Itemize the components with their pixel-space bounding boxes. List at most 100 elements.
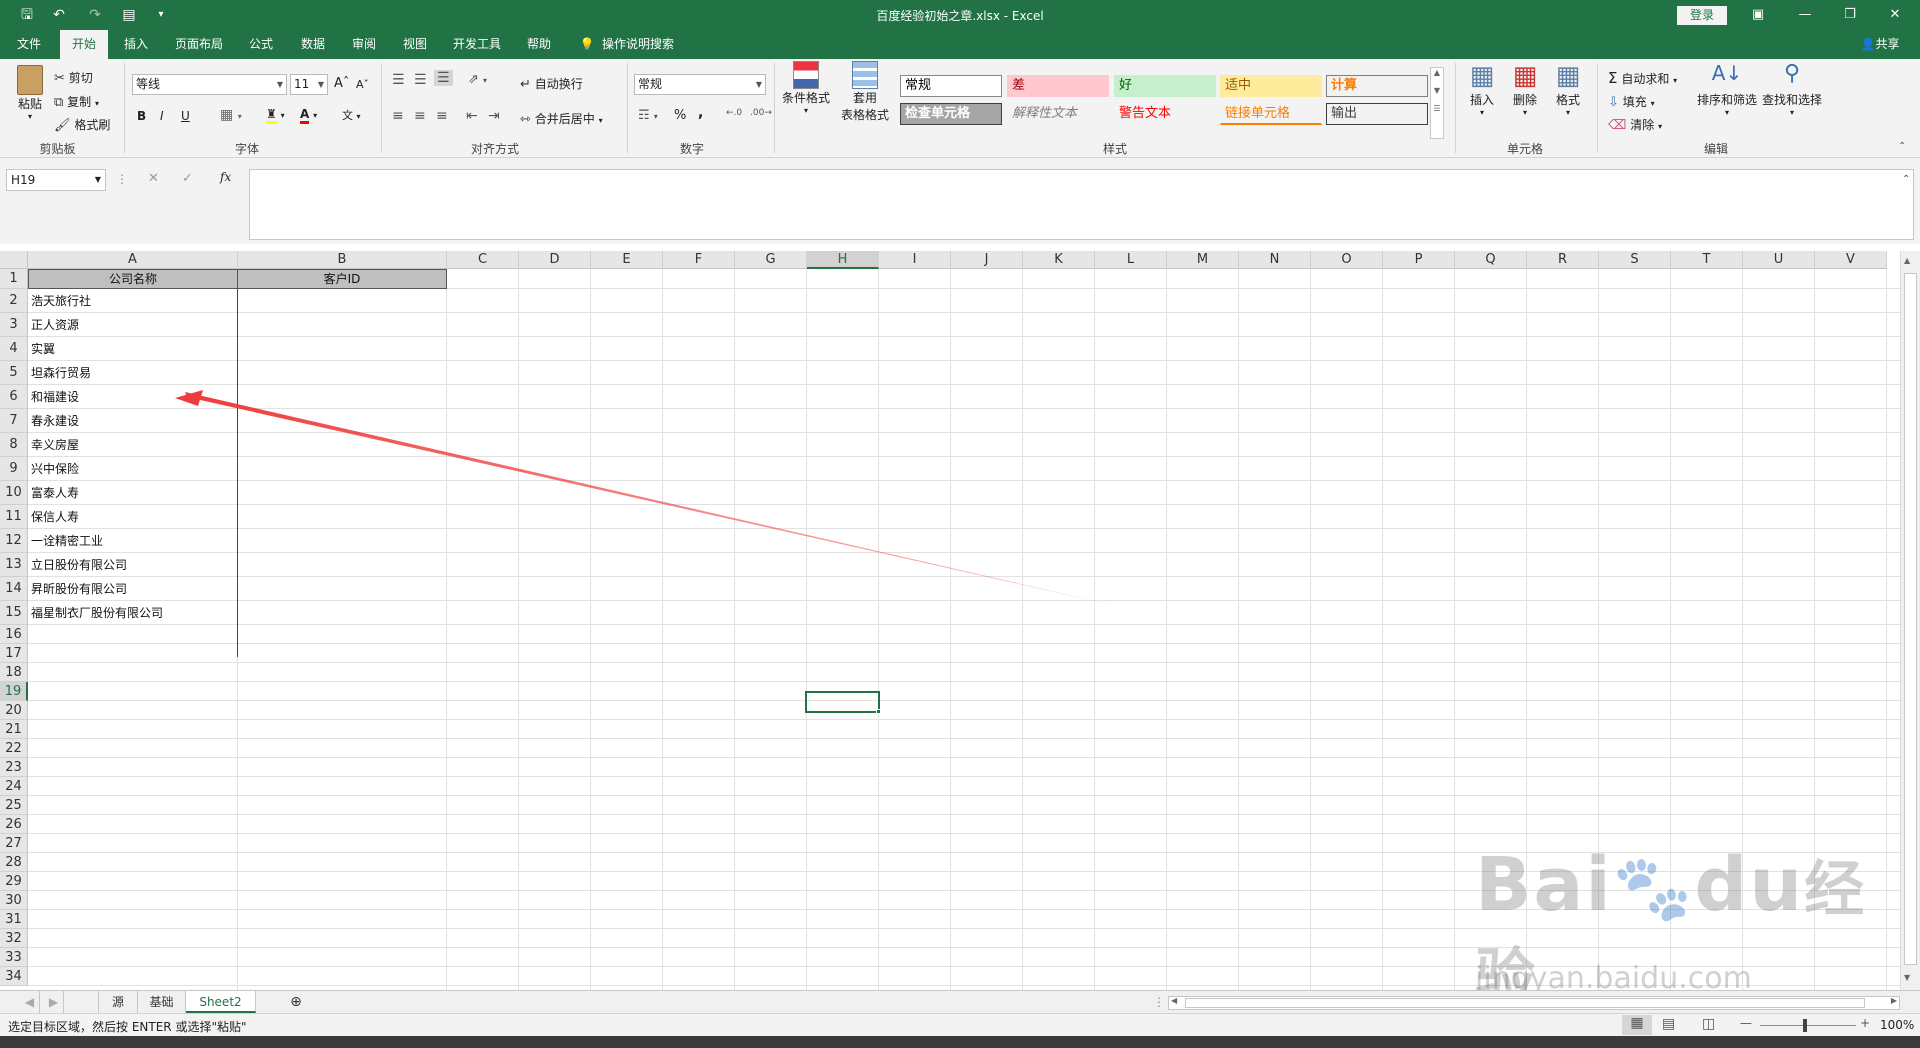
clear-button[interactable]: ⌫ 清除 ▾ xyxy=(1608,116,1662,133)
tab-page-layout[interactable]: 页面布局 xyxy=(168,30,230,59)
format-as-table-button[interactable]: 套用 表格格式 xyxy=(836,61,894,123)
cell-style-swatch[interactable]: 好 xyxy=(1114,75,1216,97)
align-top-icon[interactable]: ☰ xyxy=(392,72,405,88)
copy-button[interactable]: ⧉ 复制 ▾ xyxy=(54,93,99,110)
formula-input[interactable] xyxy=(249,169,1914,240)
cell-style-swatch[interactable]: 检查单元格 xyxy=(900,103,1002,125)
zoom-slider-track[interactable] xyxy=(1760,1025,1856,1026)
phonetic-icon[interactable]: 文 ▾ xyxy=(342,107,361,123)
find-select-button[interactable]: ⚲ 查找和选择 ▾ xyxy=(1760,61,1824,117)
fill-color-icon[interactable]: ♜ ▾ xyxy=(266,107,285,124)
increase-indent-icon[interactable]: ⇥ xyxy=(488,108,500,124)
autosum-button[interactable]: Σ 自动求和 ▾ xyxy=(1608,69,1677,87)
tab-insert[interactable]: 插入 xyxy=(115,30,157,59)
scroll-down-icon[interactable]: ▼ xyxy=(1904,973,1910,982)
vertical-scroll-thumb[interactable] xyxy=(1904,273,1917,965)
sheet-tab-sheet2[interactable]: Sheet2 xyxy=(186,991,256,1013)
name-box[interactable]: H19 ▼ xyxy=(6,169,106,191)
merge-center-button[interactable]: ⇿ 合并后居中 ▾ xyxy=(520,110,603,127)
comma-button[interactable]: , xyxy=(698,105,703,121)
zoom-out-icon[interactable]: — xyxy=(1740,1016,1752,1030)
align-right-icon[interactable]: ≡ xyxy=(436,108,448,124)
zoom-in-icon[interactable]: + xyxy=(1860,1016,1870,1030)
tab-review[interactable]: 审阅 xyxy=(343,30,385,59)
tell-me-search[interactable]: 操作说明搜索 xyxy=(602,30,692,59)
tab-file[interactable]: 文件 xyxy=(8,30,50,59)
font-size-combo[interactable]: 11 ▼ xyxy=(290,74,328,95)
font-color-icon[interactable]: A ▾ xyxy=(300,107,317,124)
horizontal-scrollbar[interactable]: ◀ ▶ xyxy=(1168,996,1900,1010)
insert-function-button[interactable]: fx xyxy=(220,170,231,184)
prev-sheet-icon[interactable]: ◀ xyxy=(20,991,40,1013)
zoom-slider-thumb[interactable] xyxy=(1803,1019,1807,1032)
tab-split-handle[interactable]: ⋮ xyxy=(1153,991,1165,1013)
italic-button[interactable]: I xyxy=(160,109,164,123)
conditional-format-button[interactable]: 条件格式 ▾ xyxy=(780,61,832,115)
paste-button[interactable]: 粘贴 ▾ xyxy=(12,65,48,121)
add-sheet-icon[interactable]: ⊕ xyxy=(285,991,307,1013)
delete-cells-button[interactable]: ▦ 删除 ▾ xyxy=(1505,61,1545,117)
scroll-up-icon[interactable]: ▲ xyxy=(1904,256,1910,265)
wrap-text-button[interactable]: ↵ 自动换行 xyxy=(520,75,583,92)
cell-style-swatch[interactable]: 警告文本 xyxy=(1114,103,1216,125)
page-layout-view-icon[interactable]: ▤ xyxy=(1662,1016,1675,1032)
align-center-icon[interactable]: ≡ xyxy=(414,108,426,124)
login-button[interactable]: 登录 xyxy=(1677,6,1727,25)
collapse-formula-icon[interactable]: ⌃ xyxy=(1902,174,1910,185)
accounting-format-icon[interactable]: ☶ ▾ xyxy=(638,108,658,123)
sheet-tab-source[interactable]: 源 xyxy=(98,991,138,1013)
decrease-font-icon[interactable]: Aˇ xyxy=(356,78,369,91)
zoom-level[interactable]: 100% xyxy=(1880,1018,1914,1032)
align-left-icon[interactable]: ≡ xyxy=(392,108,404,124)
cell-style-swatch[interactable]: 链接单元格 xyxy=(1220,103,1322,125)
collapse-ribbon-icon[interactable]: ⌃ xyxy=(1898,141,1906,152)
cut-button[interactable]: ✂ 剪切 xyxy=(54,69,93,86)
ribbon-display-icon[interactable]: ▣ xyxy=(1743,4,1773,26)
cell-style-swatch[interactable]: 差 xyxy=(1007,75,1109,97)
vertical-scrollbar[interactable]: ▲ ▼ xyxy=(1900,251,1920,990)
bold-button[interactable]: B xyxy=(137,109,146,123)
next-sheet-icon[interactable]: ▶ xyxy=(44,991,64,1013)
worksheet-grid[interactable]: ABCDEFGHIJKLMNOPQRSTUV 1 2 3 4 5 6 7 8 9 10 11 12 13… xyxy=(0,251,1900,990)
align-middle-icon[interactable]: ☰ xyxy=(414,72,427,88)
increase-decimal-icon[interactable]: ←.0 xyxy=(726,108,742,118)
enter-icon[interactable]: ✓ xyxy=(182,171,193,186)
format-painter-button[interactable]: 🖌 格式刷 xyxy=(54,116,110,133)
tab-home[interactable]: 开始 xyxy=(60,30,108,59)
cancel-icon[interactable]: ✕ xyxy=(148,171,159,186)
insert-cells-button[interactable]: ▦ 插入 ▾ xyxy=(1462,61,1502,117)
share-button[interactable]: 👤共享 xyxy=(1850,30,1910,59)
horizontal-scroll-thumb[interactable] xyxy=(1185,998,1865,1008)
tab-data[interactable]: 数据 xyxy=(292,30,334,59)
cell-style-swatch[interactable]: 计算 xyxy=(1326,75,1428,97)
tab-formulas[interactable]: 公式 xyxy=(240,30,282,59)
format-cells-button[interactable]: ▦ 格式 ▾ xyxy=(1548,61,1588,117)
underline-button[interactable]: U xyxy=(181,109,190,123)
cell-style-swatch[interactable]: 适中 xyxy=(1220,75,1322,97)
align-bottom-icon[interactable]: ☰ xyxy=(434,70,453,86)
font-name-combo[interactable]: 等线 ▼ xyxy=(132,74,287,95)
tab-help[interactable]: 帮助 xyxy=(518,30,560,59)
orientation-icon[interactable]: ⇗ ▾ xyxy=(468,72,487,87)
decrease-decimal-icon[interactable]: .00→ xyxy=(750,108,772,118)
tab-view[interactable]: 视图 xyxy=(394,30,436,59)
fill-button[interactable]: ⇩ 填充 ▾ xyxy=(1608,93,1655,110)
decrease-indent-icon[interactable]: ⇤ xyxy=(466,108,478,124)
cell-style-swatch[interactable]: 输出 xyxy=(1326,103,1428,125)
scroll-left-icon[interactable]: ◀ xyxy=(1171,996,1177,1005)
cell-style-swatch[interactable]: 常规 xyxy=(900,75,1002,97)
sort-filter-button[interactable]: A↓ 排序和筛选 ▾ xyxy=(1696,61,1758,117)
number-format-combo[interactable]: 常规 ▼ xyxy=(634,74,766,95)
minimize-icon[interactable]: — xyxy=(1790,4,1820,26)
cell-style-swatch[interactable]: 解释性文本 xyxy=(1007,103,1109,125)
tab-developer[interactable]: 开发工具 xyxy=(446,30,508,59)
increase-font-icon[interactable]: Aˆ xyxy=(334,76,349,91)
normal-view-icon[interactable]: ▦ xyxy=(1622,1015,1652,1035)
maximize-icon[interactable]: ❐ xyxy=(1835,4,1865,26)
page-break-view-icon[interactable]: ◫ xyxy=(1702,1016,1715,1032)
scroll-right-icon[interactable]: ▶ xyxy=(1891,996,1897,1005)
percent-button[interactable]: % xyxy=(674,108,686,123)
gallery-scroll[interactable]: ▲ ▼ ☰ xyxy=(1430,67,1444,139)
sheet-tab-basic[interactable]: 基础 xyxy=(138,991,186,1013)
close-icon[interactable]: ✕ xyxy=(1880,4,1910,26)
